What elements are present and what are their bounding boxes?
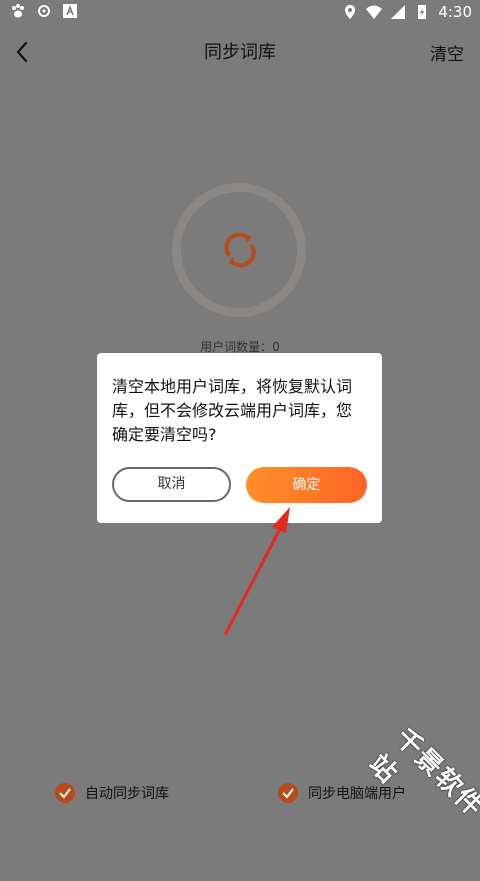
signal-icon (391, 5, 406, 19)
status-left-icons (10, 3, 78, 19)
gear-icon (38, 5, 50, 17)
sync-icon[interactable] (218, 228, 262, 272)
annotation-arrow-icon (223, 507, 290, 636)
page-title: 同步词库 (204, 42, 276, 63)
auto-sync-option[interactable]: 自动同步词库 (55, 783, 169, 803)
dialog-message: 清空本地用户词库，将恢复默认词库，但不会修改云端用户词库，您确定要清空吗? (112, 377, 353, 444)
confirm-dialog: 清空本地用户词库，将恢复默认词库，但不会修改云端用户词库，您确定要清空吗? 取消… (97, 353, 382, 523)
clear-button[interactable]: 清空 (430, 40, 464, 65)
watermark: 千景软件站 (362, 722, 480, 824)
status-right-icons: 4:30 (342, 2, 472, 22)
battery-icon (418, 5, 427, 19)
location-icon (345, 5, 356, 19)
auto-sync-label: 自动同步词库 (85, 786, 169, 802)
a-icon (63, 4, 77, 18)
status-time: 4:30 (438, 3, 472, 21)
check-icon (55, 783, 75, 803)
paw-icon (12, 4, 24, 18)
cancel-button[interactable]: 取消 (112, 467, 231, 502)
app-bar: 同步词库 清空 (0, 24, 480, 80)
confirm-button[interactable]: 确定 (246, 467, 367, 503)
wifi-icon (366, 5, 383, 19)
status-bar: 4:30 (0, 0, 480, 24)
check-icon (278, 783, 298, 803)
